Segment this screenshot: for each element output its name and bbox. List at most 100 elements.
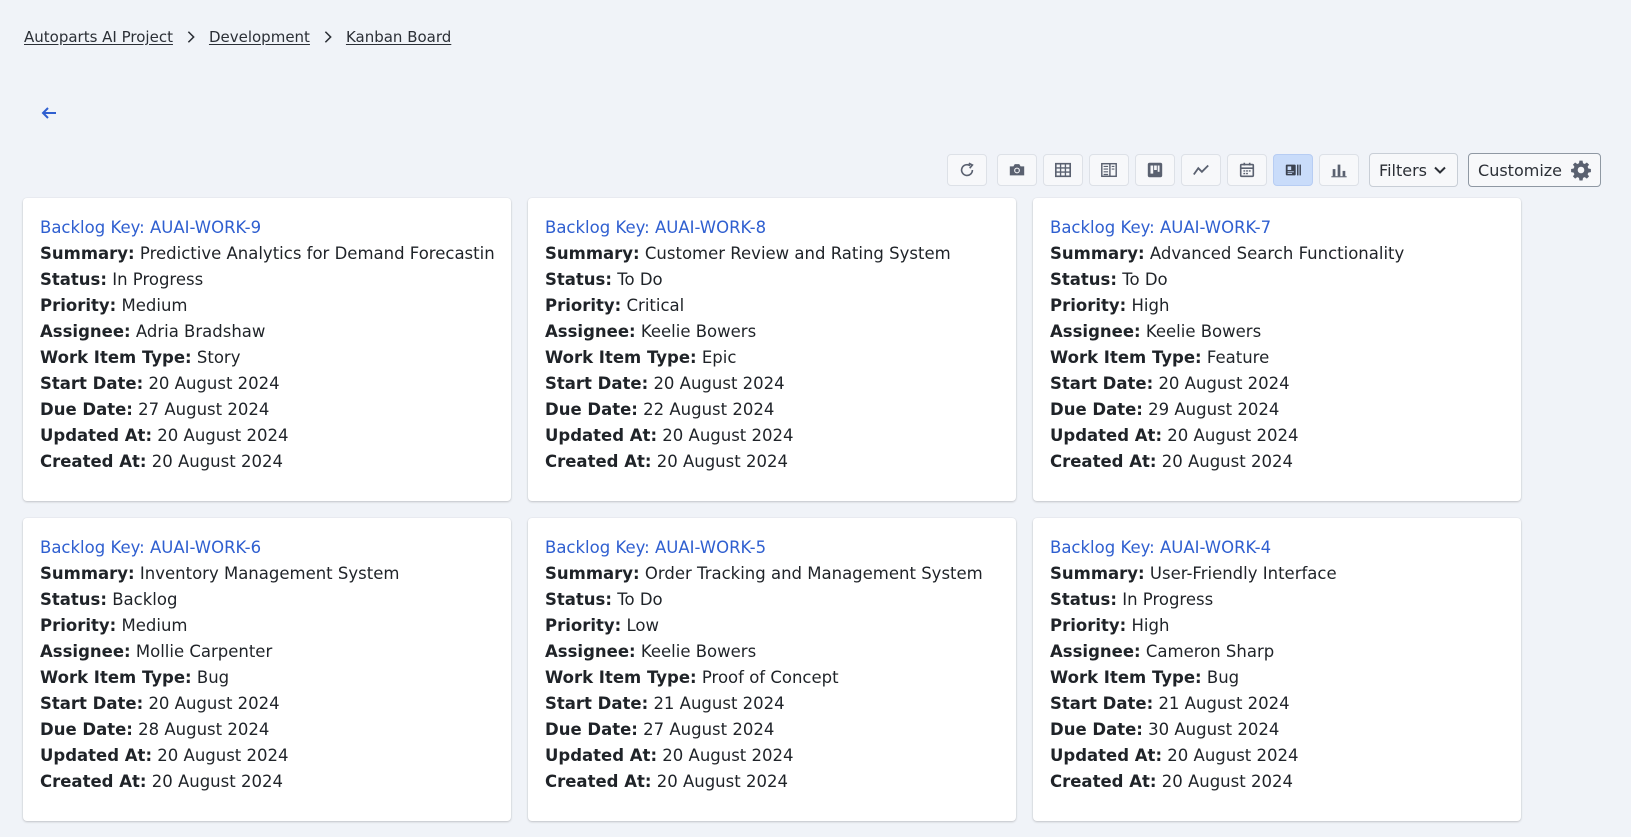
start-date-value: 21 August 2024 bbox=[653, 694, 785, 713]
due-date-value: 30 August 2024 bbox=[1148, 720, 1280, 739]
created-at-value: 20 August 2024 bbox=[656, 772, 788, 791]
work-item-type-row: Work Item Type: Feature bbox=[1050, 348, 1270, 367]
kanban-view-button[interactable] bbox=[1135, 154, 1176, 186]
work-item-type-value: Story bbox=[196, 348, 241, 367]
backlog-key-row[interactable]: Backlog Key: AUAI-WORK-7 bbox=[1050, 215, 1504, 241]
work-item-type-row: Work Item Type: Story bbox=[40, 348, 241, 367]
work-item-card[interactable]: Backlog Key: AUAI-WORK-5 Summary: Order … bbox=[528, 518, 1016, 821]
backlog-key-value: AUAI-WORK-5 bbox=[654, 538, 767, 557]
backlog-key-value: AUAI-WORK-9 bbox=[149, 218, 262, 237]
page: Autoparts AI Project Development Kanban … bbox=[0, 0, 1631, 837]
updated-at-row: Updated At: 20 August 2024 bbox=[40, 426, 289, 445]
list-view-button[interactable] bbox=[1089, 154, 1130, 186]
start-date-row: Start Date: 20 August 2024 bbox=[545, 374, 785, 393]
updated-at-value: 20 August 2024 bbox=[662, 426, 794, 445]
refresh-icon bbox=[960, 162, 974, 177]
gear-icon bbox=[1571, 160, 1591, 181]
camera-icon bbox=[1009, 164, 1025, 176]
start-date-value: 21 August 2024 bbox=[1158, 694, 1290, 713]
summary-row: Summary: Predictive Analytics for Demand… bbox=[40, 241, 494, 267]
back-arrow-icon[interactable] bbox=[36, 100, 62, 126]
start-date-value: 20 August 2024 bbox=[1158, 374, 1290, 393]
due-date-value: 22 August 2024 bbox=[643, 400, 775, 419]
backlog-key-row[interactable]: Backlog Key: AUAI-WORK-8 bbox=[545, 215, 999, 241]
table-icon bbox=[1055, 162, 1072, 178]
updated-at-row: Updated At: 20 August 2024 bbox=[545, 426, 794, 445]
priority-value: High bbox=[1131, 296, 1170, 315]
work-item-card[interactable]: Backlog Key: AUAI-WORK-7 Summary: Advanc… bbox=[1033, 198, 1521, 501]
status-row: Status: To Do bbox=[545, 270, 663, 289]
table-view-button[interactable] bbox=[1043, 154, 1084, 186]
due-date-value: 29 August 2024 bbox=[1148, 400, 1280, 419]
due-date-row: Due Date: 28 August 2024 bbox=[40, 720, 270, 739]
kanban-icon bbox=[1147, 162, 1163, 178]
breadcrumb: Autoparts AI Project Development Kanban … bbox=[24, 28, 451, 46]
priority-row: Priority: Low bbox=[545, 616, 660, 635]
screenshot-button[interactable] bbox=[997, 154, 1038, 186]
assignee-row: Assignee: Cameron Sharp bbox=[1050, 642, 1275, 661]
status-row: Status: In Progress bbox=[1050, 590, 1214, 609]
chevron-right-icon bbox=[310, 30, 346, 44]
work-item-card[interactable]: Backlog Key: AUAI-WORK-9 Summary: Predic… bbox=[23, 198, 511, 501]
backlog-key-row[interactable]: Backlog Key: AUAI-WORK-5 bbox=[545, 535, 999, 561]
backlog-key-row[interactable]: Backlog Key: AUAI-WORK-4 bbox=[1050, 535, 1504, 561]
summary-row: Summary: Inventory Management System bbox=[40, 564, 400, 583]
priority-value: Medium bbox=[121, 616, 188, 635]
updated-at-value: 20 August 2024 bbox=[157, 426, 289, 445]
start-date-row: Start Date: 20 August 2024 bbox=[40, 374, 280, 393]
work-item-type-value: Feature bbox=[1206, 348, 1270, 367]
status-value: To Do bbox=[617, 590, 663, 609]
assignee-value: Cameron Sharp bbox=[1145, 642, 1275, 661]
backlog-key-row[interactable]: Backlog Key: AUAI-WORK-6 bbox=[40, 535, 494, 561]
due-date-value: 28 August 2024 bbox=[138, 720, 270, 739]
start-date-row: Start Date: 20 August 2024 bbox=[1050, 374, 1290, 393]
priority-row: Priority: Medium bbox=[40, 616, 188, 635]
timeline-view-button[interactable] bbox=[1181, 154, 1222, 186]
updated-at-value: 20 August 2024 bbox=[662, 746, 794, 765]
summary-value: Inventory Management System bbox=[139, 564, 400, 583]
chart-view-button[interactable] bbox=[1319, 154, 1360, 186]
assignee-row: Assignee: Mollie Carpenter bbox=[40, 642, 273, 661]
customize-label: Customize bbox=[1478, 160, 1562, 180]
breadcrumb-item-project[interactable]: Autoparts AI Project bbox=[24, 28, 173, 46]
filters-dropdown[interactable]: Filters bbox=[1369, 153, 1459, 187]
calendar-view-button[interactable] bbox=[1227, 154, 1268, 186]
updated-at-value: 20 August 2024 bbox=[157, 746, 289, 765]
created-at-value: 20 August 2024 bbox=[1161, 452, 1293, 471]
breadcrumb-item-development[interactable]: Development bbox=[209, 28, 310, 46]
work-item-card[interactable]: Backlog Key: AUAI-WORK-6 Summary: Invent… bbox=[23, 518, 511, 821]
updated-at-value: 20 August 2024 bbox=[1167, 426, 1299, 445]
work-item-card[interactable]: Backlog Key: AUAI-WORK-4 Summary: User-F… bbox=[1033, 518, 1521, 821]
work-item-type-row: Work Item Type: Bug bbox=[40, 668, 230, 687]
summary-value: Predictive Analytics for Demand Forecast… bbox=[139, 244, 494, 263]
start-date-value: 20 August 2024 bbox=[653, 374, 785, 393]
work-item-card[interactable]: Backlog Key: AUAI-WORK-8 Summary: Custom… bbox=[528, 198, 1016, 501]
assignee-value: Keelie Bowers bbox=[1145, 322, 1262, 341]
created-at-value: 20 August 2024 bbox=[151, 772, 283, 791]
created-at-row: Created At: 20 August 2024 bbox=[40, 772, 283, 791]
filters-label: Filters bbox=[1379, 160, 1428, 180]
created-at-row: Created At: 20 August 2024 bbox=[40, 452, 283, 471]
work-item-type-row: Work Item Type: Epic bbox=[545, 348, 737, 367]
status-value: To Do bbox=[1122, 270, 1168, 289]
assignee-row: Assignee: Keelie Bowers bbox=[545, 642, 757, 661]
status-value: In Progress bbox=[112, 270, 204, 289]
work-item-type-row: Work Item Type: Bug bbox=[1050, 668, 1240, 687]
card-view-button[interactable] bbox=[1273, 154, 1314, 186]
summary-value: User-Friendly Interface bbox=[1149, 564, 1337, 583]
created-at-row: Created At: 20 August 2024 bbox=[1050, 772, 1293, 791]
refresh-button[interactable] bbox=[947, 154, 988, 186]
backlog-key-row[interactable]: Backlog Key: AUAI-WORK-9 bbox=[40, 215, 494, 241]
priority-value: Critical bbox=[626, 296, 685, 315]
priority-value: Low bbox=[626, 616, 660, 635]
breadcrumb-item-kanban-board[interactable]: Kanban Board bbox=[346, 28, 451, 46]
due-date-row: Due Date: 30 August 2024 bbox=[1050, 720, 1280, 739]
status-value: In Progress bbox=[1122, 590, 1214, 609]
bar-chart-icon bbox=[1331, 164, 1347, 178]
priority-row: Priority: Medium bbox=[40, 296, 188, 315]
created-at-row: Created At: 20 August 2024 bbox=[545, 452, 788, 471]
customize-button[interactable]: Customize bbox=[1468, 153, 1601, 187]
backlog-key-value: AUAI-WORK-7 bbox=[1159, 218, 1272, 237]
status-row: Status: In Progress bbox=[40, 270, 204, 289]
backlog-key-value: AUAI-WORK-6 bbox=[149, 538, 262, 557]
